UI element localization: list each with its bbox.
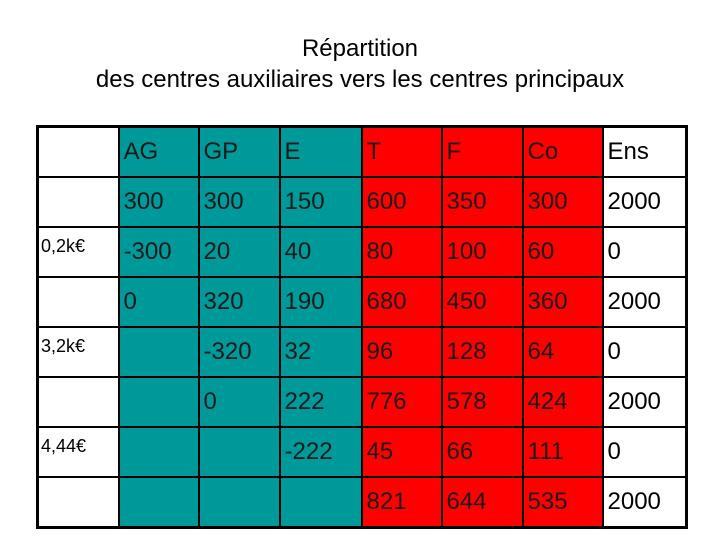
cell-gp: 320 bbox=[197, 276, 281, 328]
cell-f: 450 bbox=[440, 276, 524, 328]
row-label: 0,2k€ bbox=[36, 226, 120, 278]
header-f: F bbox=[440, 125, 524, 178]
cell-ens: 2000 bbox=[601, 276, 688, 328]
table-row: 821 644 535 2000 bbox=[36, 476, 688, 529]
cell-e: -222 bbox=[278, 426, 363, 478]
table-row: 0 222 776 578 424 2000 bbox=[36, 376, 688, 428]
table-row: 300 300 150 600 350 300 2000 bbox=[36, 176, 688, 228]
cell-co: 111 bbox=[521, 426, 604, 478]
row-label bbox=[36, 276, 120, 328]
cell-ag bbox=[117, 476, 200, 529]
cell-t: 45 bbox=[360, 426, 443, 478]
cell-ens: 0 bbox=[601, 226, 688, 278]
cell-f: 350 bbox=[440, 176, 524, 228]
cell-t: 680 bbox=[360, 276, 443, 328]
cell-t: 600 bbox=[360, 176, 443, 228]
cell-t: 821 bbox=[360, 476, 443, 529]
row-label bbox=[36, 476, 120, 529]
header-ag: AG bbox=[117, 125, 200, 178]
cell-ens: 2000 bbox=[601, 376, 688, 428]
cell-ag: 0 bbox=[117, 276, 200, 328]
cell-gp: 300 bbox=[197, 176, 281, 228]
cell-co: 300 bbox=[521, 176, 604, 228]
cell-e: 150 bbox=[278, 176, 363, 228]
cell-ens: 0 bbox=[601, 426, 688, 478]
cell-co: 535 bbox=[521, 476, 604, 529]
cell-co: 424 bbox=[521, 376, 604, 428]
cell-f: 66 bbox=[440, 426, 524, 478]
cell-f: 100 bbox=[440, 226, 524, 278]
table-row: 0,2k€ -300 20 40 80 100 60 0 bbox=[36, 226, 688, 278]
cell-e: 190 bbox=[278, 276, 363, 328]
cell-ag bbox=[117, 326, 200, 378]
cell-ag: -300 bbox=[117, 226, 200, 278]
title-line-2: des centres auxiliaires vers les centres… bbox=[95, 66, 625, 93]
cell-e: 40 bbox=[278, 226, 363, 278]
header-row: AG GP E T F Co Ens bbox=[36, 125, 688, 178]
table-row: 4,44€ -222 45 66 111 0 bbox=[36, 426, 688, 478]
cell-f: 578 bbox=[440, 376, 524, 428]
cell-t: 776 bbox=[360, 376, 443, 428]
header-gp: GP bbox=[197, 125, 281, 178]
row-label bbox=[36, 376, 120, 428]
cell-ens: 0 bbox=[601, 326, 688, 378]
row-label: 3,2k€ bbox=[36, 326, 120, 378]
cell-e bbox=[278, 476, 363, 529]
cell-gp: -320 bbox=[197, 326, 281, 378]
cell-ag bbox=[117, 426, 200, 478]
cell-f: 128 bbox=[440, 326, 524, 378]
cell-gp bbox=[197, 426, 281, 478]
title-line-1: Répartition bbox=[301, 35, 419, 62]
cell-t: 96 bbox=[360, 326, 443, 378]
cell-co: 360 bbox=[521, 276, 604, 328]
cell-gp: 0 bbox=[197, 376, 281, 428]
header-e: E bbox=[278, 125, 363, 178]
slide-title: Répartition des centres auxiliaires vers… bbox=[0, 33, 720, 95]
cell-co: 60 bbox=[521, 226, 604, 278]
cell-e: 222 bbox=[278, 376, 363, 428]
cell-ag bbox=[117, 376, 200, 428]
allocation-table: AG GP E T F Co Ens 300 300 150 600 350 3… bbox=[36, 125, 688, 529]
table-row: 0 320 190 680 450 360 2000 bbox=[36, 276, 688, 328]
cell-ens: 2000 bbox=[601, 176, 688, 228]
cell-co: 64 bbox=[521, 326, 604, 378]
row-label: 4,44€ bbox=[36, 426, 120, 478]
corner-cell bbox=[36, 125, 120, 178]
header-ens: Ens bbox=[601, 125, 688, 178]
cell-ens: 2000 bbox=[601, 476, 688, 529]
cell-f: 644 bbox=[440, 476, 524, 529]
cell-ag: 300 bbox=[117, 176, 200, 228]
header-t: T bbox=[360, 125, 443, 178]
row-label bbox=[36, 176, 120, 228]
cell-gp bbox=[197, 476, 281, 529]
table-row: 3,2k€ -320 32 96 128 64 0 bbox=[36, 326, 688, 378]
header-co: Co bbox=[521, 125, 604, 178]
cell-t: 80 bbox=[360, 226, 443, 278]
cell-e: 32 bbox=[278, 326, 363, 378]
cell-gp: 20 bbox=[197, 226, 281, 278]
